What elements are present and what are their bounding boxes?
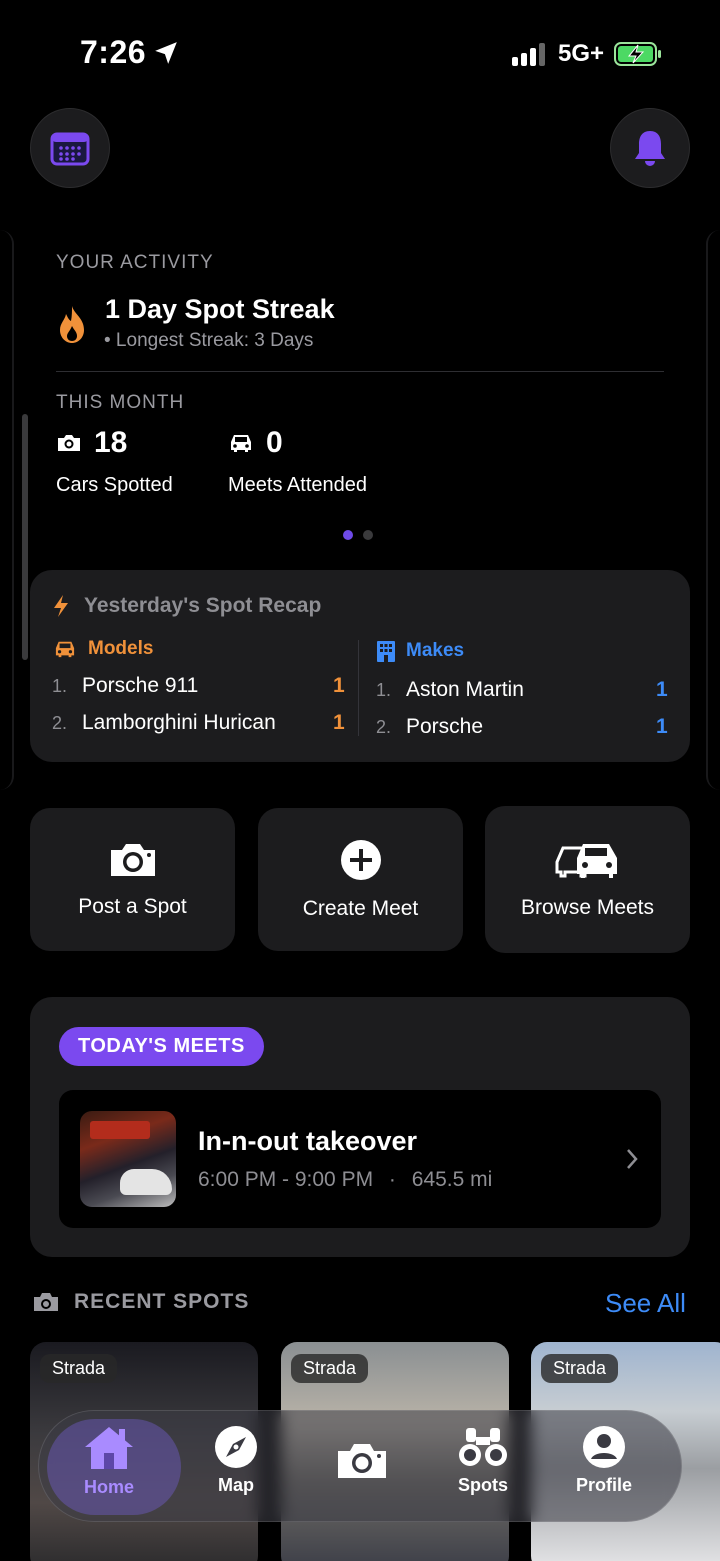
tab-spots[interactable]: Spots [456, 1425, 510, 1496]
bell-icon [635, 131, 665, 166]
spot-recap-card: Yesterday's Spot Recap Models 1. Porsche… [30, 570, 690, 762]
tab-profile-label: Profile [576, 1475, 633, 1495]
lightning-icon [54, 595, 68, 617]
recent-spots-label: RECENT SPOTS [74, 1290, 250, 1313]
make-item: 1. Aston Martin [376, 678, 524, 702]
makes-label: Makes [406, 640, 465, 661]
models-header: Models [52, 638, 153, 660]
make-count: 1 [656, 715, 668, 738]
calendar-button[interactable] [30, 108, 110, 188]
edge-glow-left [0, 230, 14, 790]
page-dot-2[interactable] [363, 530, 373, 540]
column-divider [358, 640, 359, 736]
streak-title: 1 Day Spot Streak [105, 294, 335, 324]
make-rank: 1. [376, 679, 392, 700]
activity-section-label: YOUR ACTIVITY [56, 252, 214, 273]
cars-spotted-stat: 18 Cars Spotted [56, 426, 173, 497]
browse-meets-label: Browse Meets [520, 895, 655, 919]
model-name: Lamborghini Hurican [82, 711, 276, 734]
create-meet-label: Create Meet [302, 896, 419, 920]
camera-icon [34, 1293, 58, 1311]
create-meet-button[interactable]: Create Meet [258, 808, 463, 951]
meet-separator: · [388, 1168, 396, 1191]
plus-circle-icon [340, 839, 381, 880]
battery-charging-icon [614, 42, 661, 66]
page-dot-1[interactable] [343, 530, 353, 540]
model-name: Porsche 911 [82, 674, 199, 697]
camera-icon [338, 1444, 386, 1478]
tab-home[interactable]: Home [83, 1425, 135, 1498]
model-item: 2. Lamborghini Hurican [52, 711, 276, 735]
edge-glow-right [706, 230, 720, 790]
tab-spots-label: Spots [457, 1475, 508, 1495]
recent-spots-header: RECENT SPOTS [32, 1290, 249, 1314]
flame-icon [60, 306, 84, 343]
cars-spotted-label: Cars Spotted [56, 474, 173, 496]
todays-meets-badge: TODAY'S MEETS [59, 1027, 264, 1066]
tab-map[interactable]: Map [214, 1425, 258, 1496]
tab-bar: Home Map Spots Profile [38, 1410, 682, 1522]
divider [56, 371, 664, 372]
camera-icon [110, 843, 155, 876]
person-circle-icon [583, 1426, 625, 1468]
tab-map-label: Map [218, 1475, 254, 1495]
meets-attended-label: Meets Attended [228, 474, 367, 496]
meet-title: In-n-out takeover [198, 1126, 418, 1156]
tab-profile[interactable]: Profile [576, 1425, 632, 1496]
scroll-indicator[interactable] [22, 414, 28, 660]
post-spot-button[interactable]: Post a Spot [30, 808, 235, 951]
location-arrow-icon [155, 42, 177, 64]
make-item: 2. Porsche [376, 715, 483, 739]
car-icon [55, 641, 75, 658]
this-month-label: THIS MONTH [56, 392, 185, 413]
meets-attended-value: 0 [266, 426, 283, 459]
todays-meets-card: TODAY'S MEETS In-n-out takeover 6:00 PM … [30, 997, 690, 1257]
spot-tag: Strada [541, 1354, 619, 1383]
calendar-icon [50, 132, 90, 166]
status-bar: 7:26 5G+ [0, 0, 720, 100]
camera-icon [58, 435, 80, 451]
spot-tag: Strada [291, 1354, 369, 1383]
page-indicator[interactable] [343, 530, 373, 540]
meet-time: 6:00 PM - 9:00 PM [198, 1168, 374, 1191]
make-count: 1 [656, 678, 668, 701]
meets-attended-stat: 0 Meets Attended [228, 426, 367, 497]
network-type: 5G+ [558, 40, 605, 67]
cars-icon [555, 843, 617, 878]
browse-meets-button[interactable]: Browse Meets [485, 806, 690, 953]
cellular-signal-icon [512, 42, 545, 66]
building-icon [377, 641, 395, 662]
compass-icon [215, 1426, 257, 1468]
cars-spotted-value: 18 [94, 426, 128, 459]
see-all-link[interactable]: See All [605, 1288, 686, 1319]
car-icon [231, 435, 251, 452]
status-time: 7:26 [80, 34, 147, 70]
chevron-right-icon [627, 1149, 638, 1169]
makes-header: Makes [376, 640, 464, 662]
make-name: Aston Martin [406, 678, 524, 701]
meet-distance: 645.5 mi [411, 1168, 493, 1191]
spot-tag: Strada [40, 1354, 118, 1383]
longest-streak: • Longest Streak: 3 Days [104, 330, 314, 351]
meet-thumbnail [80, 1111, 176, 1207]
house-icon [85, 1427, 133, 1469]
post-spot-label: Post a Spot [78, 894, 187, 918]
tab-home-label: Home [83, 1477, 134, 1497]
model-rank: 1. [52, 675, 68, 696]
meet-list-item[interactable]: In-n-out takeover 6:00 PM - 9:00 PM · 64… [59, 1090, 661, 1228]
recap-title: Yesterday's Spot Recap [84, 594, 322, 617]
make-rank: 2. [376, 716, 392, 737]
model-item: 1. Porsche 911 [52, 674, 198, 698]
tab-camera[interactable] [335, 1441, 389, 1481]
model-rank: 2. [52, 712, 68, 733]
model-count: 1 [333, 711, 345, 734]
model-count: 1 [333, 674, 345, 697]
models-label: Models [88, 638, 154, 659]
make-name: Porsche [406, 715, 484, 738]
notifications-button[interactable] [610, 108, 690, 188]
meet-details: 6:00 PM - 9:00 PM · 645.5 mi [198, 1168, 492, 1192]
binoculars-icon [459, 1428, 507, 1466]
